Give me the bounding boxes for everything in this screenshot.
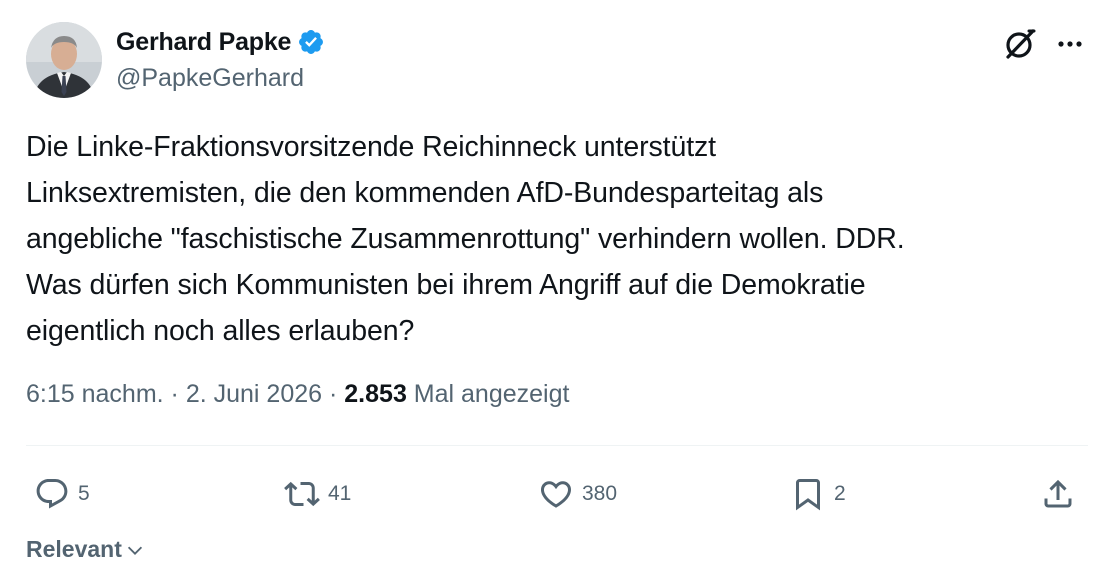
bookmark-icon xyxy=(796,479,820,511)
grok-icon[interactable] xyxy=(1002,26,1038,62)
author-name-row: Gerhard Papke xyxy=(116,26,325,58)
more-icon[interactable] xyxy=(1052,28,1088,60)
author-handle[interactable]: @PapkeGerhard xyxy=(116,64,304,93)
share-icon xyxy=(1044,479,1072,508)
views-count[interactable]: 2.853 xyxy=(344,380,407,408)
tweet-date[interactable]: 2. Juni 2026 xyxy=(186,380,322,408)
meta-separator-2: · xyxy=(329,380,338,408)
retweet-count: 41 xyxy=(328,482,352,505)
tweet-time[interactable]: 6:15 nachm. xyxy=(26,380,164,408)
chevron-down-icon xyxy=(127,546,142,555)
sort-label: Relevant xyxy=(26,536,122,562)
retweet-icon xyxy=(284,481,320,507)
share-button[interactable] xyxy=(1040,472,1076,516)
reply-icon xyxy=(36,479,68,509)
divider xyxy=(26,445,1088,446)
avatar[interactable] xyxy=(26,22,102,98)
heart-icon xyxy=(540,481,572,508)
sort-relevant-dropdown[interactable]: Relevant xyxy=(26,536,146,563)
verified-badge-icon[interactable] xyxy=(297,28,325,56)
author-display-name[interactable]: Gerhard Papke xyxy=(116,28,291,57)
views-label[interactable]: Mal angezeigt xyxy=(414,380,570,408)
reply-count: 5 xyxy=(78,482,90,505)
reply-button[interactable]: 5 xyxy=(34,472,90,516)
meta-separator: · xyxy=(170,380,179,408)
like-button[interactable]: 380 xyxy=(538,472,617,516)
tweet-meta: 6:15 nachm. · 2. Juni 2026 · 2.853 Mal a… xyxy=(26,380,569,409)
tweet-card: Gerhard Papke @PapkeGerhard Die Linke-Fr… xyxy=(0,0,1116,576)
like-count: 380 xyxy=(582,482,618,505)
bookmark-count: 2 xyxy=(834,482,846,505)
retweet-button[interactable]: 41 xyxy=(284,472,351,516)
person-avatar-icon xyxy=(26,22,102,98)
bookmark-button[interactable]: 2 xyxy=(790,472,846,516)
tweet-text: Die Linke-Fraktionsvorsitzende Reichinne… xyxy=(26,131,905,347)
